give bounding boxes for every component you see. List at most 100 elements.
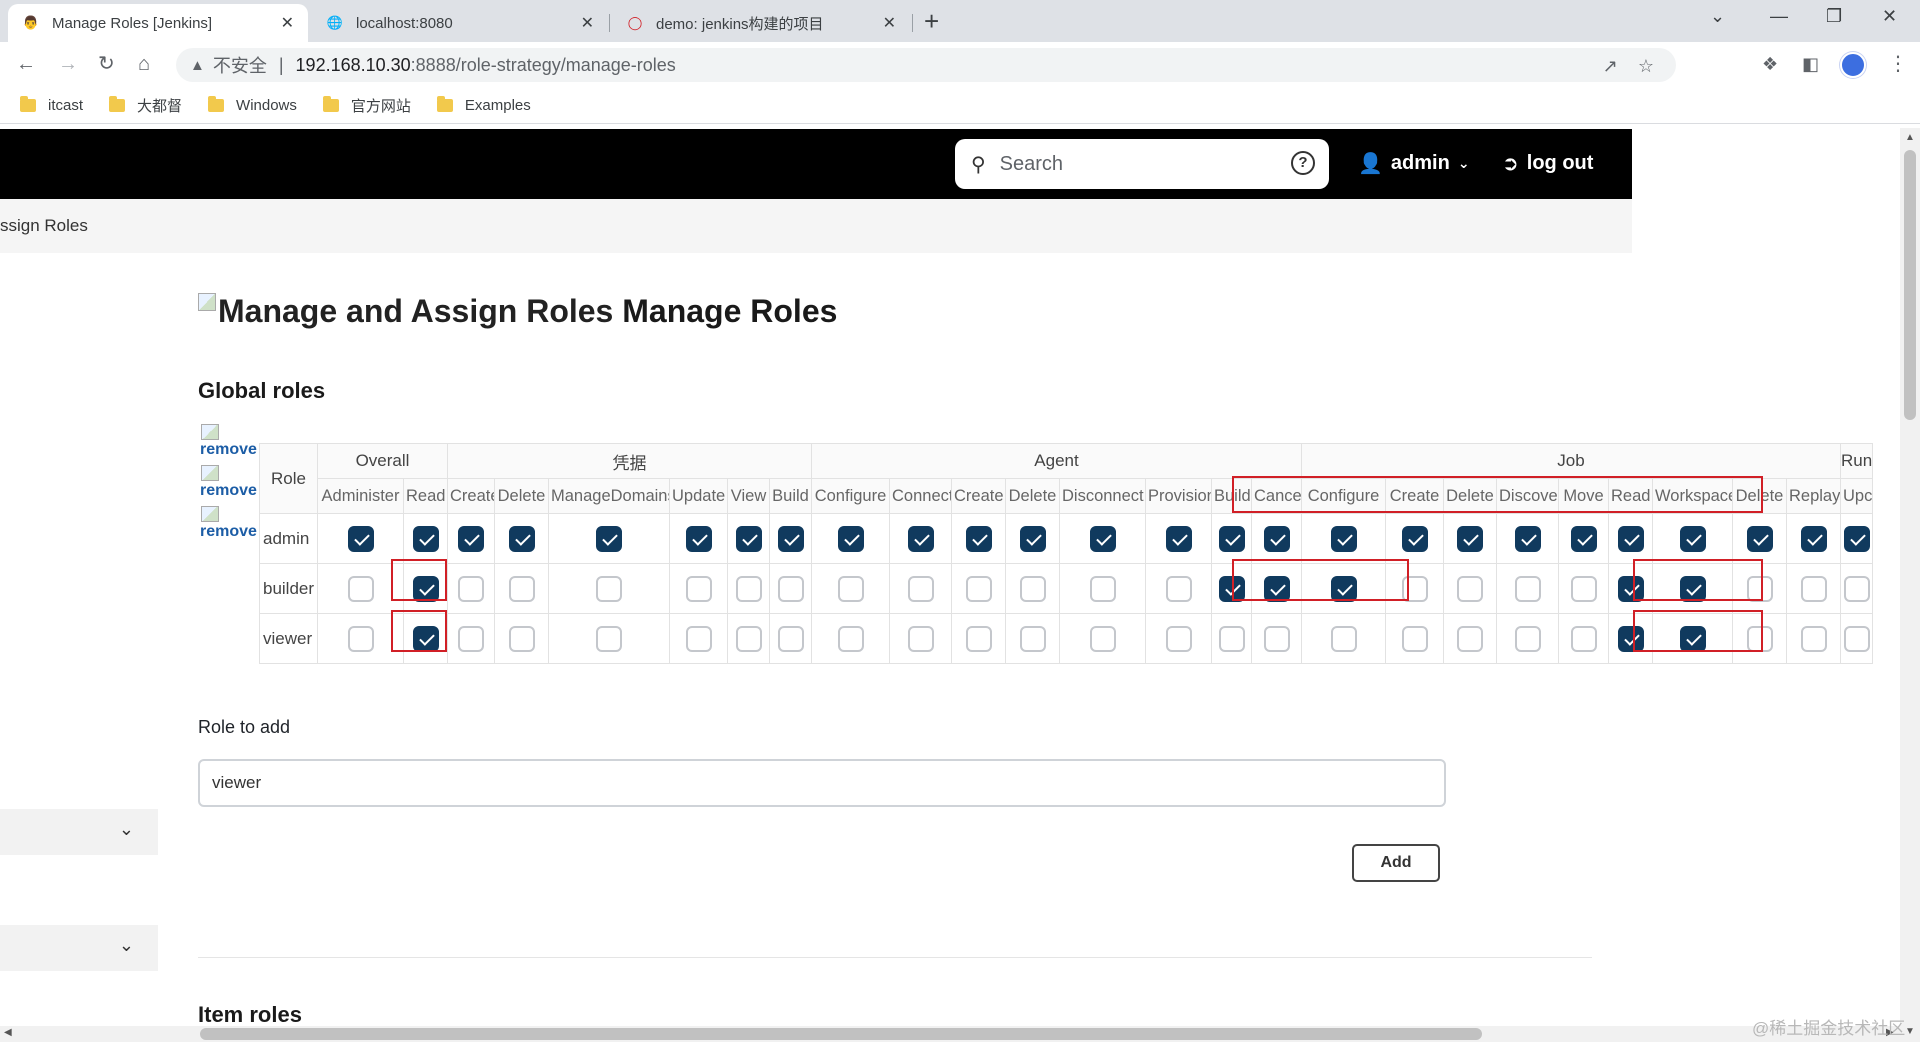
browser-menu-icon[interactable]: ⋮ bbox=[1888, 51, 1908, 76]
permission-checkbox[interactable] bbox=[907, 625, 934, 652]
vertical-scrollbar[interactable]: ▲ ▼ bbox=[1900, 128, 1920, 1042]
close-tab-icon[interactable]: ✕ bbox=[883, 13, 896, 33]
permission-checkbox[interactable] bbox=[1843, 575, 1870, 602]
permission-checkbox[interactable] bbox=[1401, 625, 1428, 652]
permission-checkbox[interactable] bbox=[735, 525, 762, 552]
permission-checkbox[interactable] bbox=[1330, 575, 1357, 602]
permission-checkbox[interactable] bbox=[1617, 575, 1644, 602]
permission-checkbox[interactable] bbox=[1457, 575, 1483, 602]
permission-checkbox[interactable] bbox=[412, 625, 439, 652]
permission-checkbox[interactable] bbox=[596, 525, 622, 552]
scrollbar-thumb[interactable] bbox=[200, 1028, 1482, 1040]
permission-checkbox[interactable] bbox=[1218, 625, 1245, 652]
role-to-add-input[interactable] bbox=[198, 759, 1446, 807]
permission-checkbox[interactable] bbox=[1019, 575, 1046, 602]
permission-checkbox[interactable] bbox=[1019, 525, 1046, 552]
permission-checkbox[interactable] bbox=[1514, 625, 1541, 652]
permission-checkbox[interactable] bbox=[1514, 575, 1541, 602]
permission-checkbox[interactable] bbox=[1165, 575, 1192, 602]
permission-checkbox[interactable] bbox=[458, 625, 484, 652]
permission-checkbox[interactable] bbox=[1330, 625, 1357, 652]
user-menu[interactable]: 👤 admin ⌄ bbox=[1358, 151, 1470, 176]
horizontal-scrollbar[interactable]: ◀ ▶ bbox=[0, 1026, 1900, 1042]
tab-search-chevron-icon[interactable]: ⌄ bbox=[1710, 6, 1725, 27]
permission-checkbox[interactable] bbox=[1746, 625, 1773, 652]
permission-checkbox[interactable] bbox=[965, 575, 992, 602]
permission-checkbox[interactable] bbox=[1617, 625, 1644, 652]
close-tab-icon[interactable]: ✕ bbox=[281, 13, 294, 33]
tab-demo-project[interactable]: ◯ demo: jenkins构建的项目 ✕ bbox=[612, 4, 910, 42]
close-window-icon[interactable]: ✕ bbox=[1882, 6, 1897, 27]
permission-checkbox[interactable] bbox=[412, 575, 439, 602]
permission-checkbox[interactable] bbox=[1218, 575, 1245, 602]
permission-checkbox[interactable] bbox=[777, 525, 804, 552]
permission-checkbox[interactable] bbox=[1679, 525, 1706, 552]
permission-checkbox[interactable] bbox=[1679, 575, 1706, 602]
permission-checkbox[interactable] bbox=[508, 575, 535, 602]
bookmark-dadudu[interactable]: 大都督 bbox=[109, 95, 182, 116]
permission-checkbox[interactable] bbox=[777, 575, 804, 602]
permission-checkbox[interactable] bbox=[777, 625, 804, 652]
permission-checkbox[interactable] bbox=[907, 525, 934, 552]
search-box[interactable]: ⚲ Search ? bbox=[955, 139, 1329, 189]
permission-checkbox[interactable] bbox=[837, 575, 864, 602]
permission-checkbox[interactable] bbox=[1218, 525, 1245, 552]
permission-checkbox[interactable] bbox=[1843, 625, 1870, 652]
permission-checkbox[interactable] bbox=[1843, 525, 1870, 552]
permission-checkbox[interactable] bbox=[1570, 575, 1597, 602]
tab-localhost[interactable]: 🌐 localhost:8080 ✕ bbox=[312, 4, 608, 42]
minimize-icon[interactable]: — bbox=[1770, 6, 1788, 27]
scrollbar-thumb[interactable] bbox=[1904, 150, 1916, 420]
bookmark-examples[interactable]: Examples bbox=[436, 96, 531, 114]
bookmark-windows[interactable]: Windows bbox=[208, 96, 297, 114]
forward-icon[interactable]: → bbox=[58, 52, 78, 76]
permission-checkbox[interactable] bbox=[1165, 525, 1192, 552]
permission-checkbox[interactable] bbox=[1263, 525, 1290, 552]
scroll-down-icon[interactable]: ▼ bbox=[1905, 1026, 1915, 1037]
permission-checkbox[interactable] bbox=[1800, 575, 1827, 602]
permission-checkbox[interactable] bbox=[735, 575, 762, 602]
logout-link[interactable]: ➲ log out bbox=[1502, 151, 1593, 176]
permission-checkbox[interactable] bbox=[1800, 625, 1827, 652]
permission-checkbox[interactable] bbox=[508, 525, 535, 552]
permission-checkbox[interactable] bbox=[347, 525, 374, 552]
permission-checkbox[interactable] bbox=[965, 625, 992, 652]
reload-icon[interactable]: ↻ bbox=[98, 52, 115, 76]
profile-avatar[interactable] bbox=[1840, 52, 1866, 78]
scroll-up-icon[interactable]: ▲ bbox=[1905, 132, 1915, 143]
permission-checkbox[interactable] bbox=[412, 525, 439, 552]
permission-checkbox[interactable] bbox=[685, 525, 712, 552]
permission-checkbox[interactable] bbox=[1263, 625, 1290, 652]
permission-checkbox[interactable] bbox=[1089, 575, 1116, 602]
new-tab-button[interactable]: + bbox=[924, 6, 939, 36]
permission-checkbox[interactable] bbox=[1089, 625, 1116, 652]
bookmark-star-icon[interactable]: ☆ bbox=[1638, 56, 1654, 77]
permission-checkbox[interactable] bbox=[837, 525, 864, 552]
permission-checkbox[interactable] bbox=[1457, 525, 1483, 552]
back-icon[interactable]: ← bbox=[16, 52, 36, 76]
permission-checkbox[interactable] bbox=[965, 525, 992, 552]
permission-checkbox[interactable] bbox=[1401, 525, 1428, 552]
share-icon[interactable]: ↗ bbox=[1603, 56, 1618, 77]
permission-checkbox[interactable] bbox=[1746, 525, 1773, 552]
permission-checkbox[interactable] bbox=[685, 575, 712, 602]
permission-checkbox[interactable] bbox=[458, 525, 484, 552]
add-role-button[interactable]: Add bbox=[1352, 844, 1440, 882]
close-tab-icon[interactable]: ✕ bbox=[581, 13, 594, 33]
permission-checkbox[interactable] bbox=[1089, 525, 1116, 552]
permission-checkbox[interactable] bbox=[508, 625, 535, 652]
remove-viewer-link[interactable]: remove bbox=[200, 523, 257, 541]
permission-checkbox[interactable] bbox=[1019, 625, 1046, 652]
restore-icon[interactable]: ❐ bbox=[1826, 6, 1842, 27]
remove-builder-link[interactable]: remove bbox=[200, 482, 257, 500]
side-panel-icon[interactable]: ◧ bbox=[1802, 54, 1819, 75]
permission-checkbox[interactable] bbox=[347, 575, 374, 602]
home-icon[interactable]: ⌂ bbox=[138, 52, 150, 76]
side-panel-collapsed-1[interactable]: ⌄ bbox=[0, 809, 158, 855]
permission-checkbox[interactable] bbox=[1263, 575, 1290, 602]
permission-checkbox[interactable] bbox=[1679, 625, 1706, 652]
remove-admin-link[interactable]: remove bbox=[200, 441, 257, 459]
scroll-left-icon[interactable]: ◀ bbox=[4, 1027, 12, 1038]
breadcrumb-item[interactable]: ssign Roles bbox=[0, 216, 88, 235]
tab-manage-roles[interactable]: 👨 Manage Roles [Jenkins] ✕ bbox=[8, 4, 308, 42]
